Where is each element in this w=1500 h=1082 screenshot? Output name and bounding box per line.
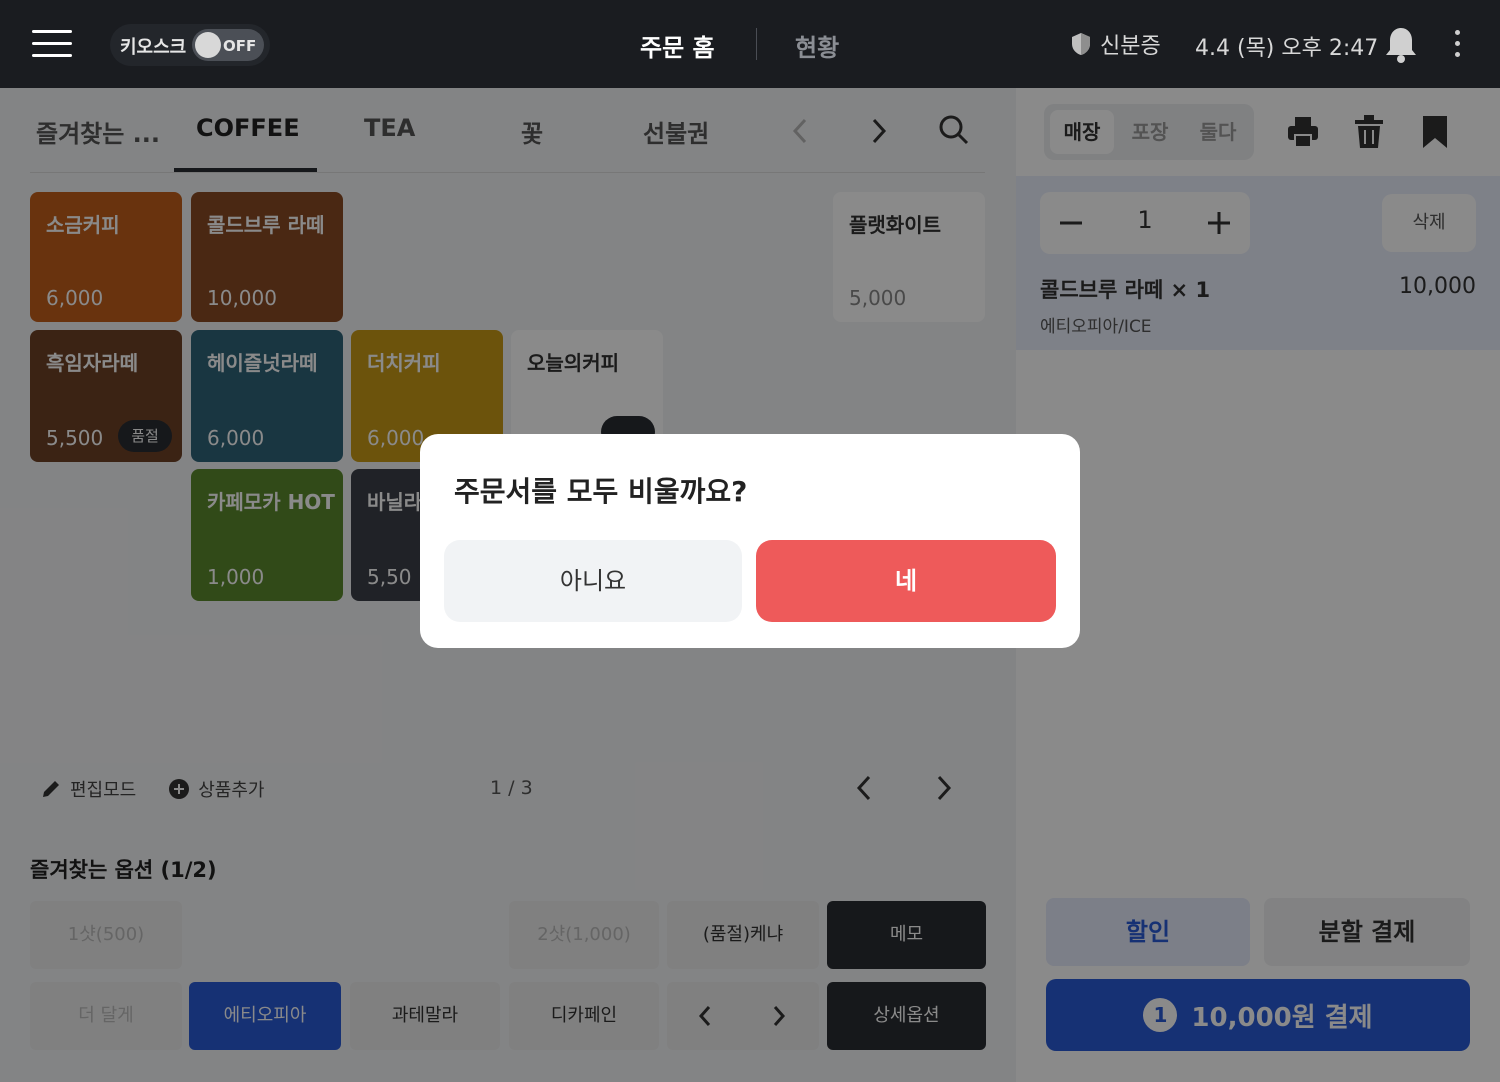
cancel-button[interactable]: 아니요 bbox=[444, 540, 742, 622]
id-card-label: 신분증 bbox=[1100, 34, 1161, 59]
menu-icon[interactable] bbox=[32, 30, 72, 58]
id-card-button[interactable]: 신분증 bbox=[1070, 28, 1161, 60]
clear-order-dialog: 주문서를 모두 비울까요? 아니요 네 bbox=[420, 434, 1080, 648]
datetime: 4.4 (목) 오후 2:47 bbox=[1195, 36, 1379, 61]
bell-icon[interactable] bbox=[1384, 26, 1418, 64]
top-bar: 키오스크 OFF 주문 홈 현황 신분증 4.4 (목) 오후 2:47 bbox=[0, 0, 1500, 88]
dialog-title: 주문서를 모두 비울까요? bbox=[454, 475, 748, 508]
confirm-button[interactable]: 네 bbox=[756, 540, 1056, 622]
more-options-icon[interactable] bbox=[1450, 30, 1464, 60]
kiosk-toggle[interactable]: OFF bbox=[192, 29, 264, 61]
kiosk-toggle-state: OFF bbox=[223, 37, 257, 55]
toggle-knob bbox=[195, 32, 221, 58]
kiosk-mode-control: 키오스크 OFF bbox=[110, 24, 270, 66]
kiosk-label: 키오스크 bbox=[120, 37, 187, 58]
nav-order-home[interactable]: 주문 홈 bbox=[640, 28, 715, 63]
nav-divider bbox=[756, 28, 757, 60]
shield-icon bbox=[1072, 33, 1090, 55]
nav-status[interactable]: 현황 bbox=[795, 28, 839, 63]
